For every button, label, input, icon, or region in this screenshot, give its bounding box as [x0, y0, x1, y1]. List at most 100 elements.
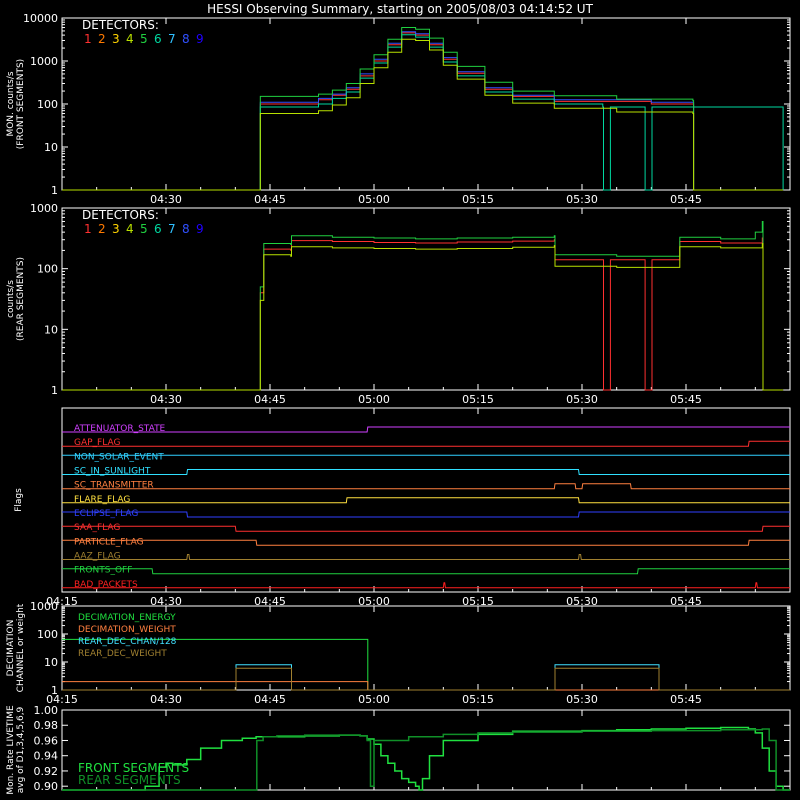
flag-line — [62, 568, 790, 575]
series-line — [62, 27, 784, 191]
x-tick-label: 05:00 — [358, 693, 390, 706]
y-axis-label-line: counts/s — [6, 280, 16, 318]
legend-item: 4 — [126, 222, 134, 236]
x-tick-label: 04:45 — [254, 193, 286, 206]
flag-line — [62, 511, 790, 518]
x-tick-label: 05:45 — [670, 393, 702, 406]
panel-4: DECIMATIONCHANNEL or weight 110100100004:… — [6, 600, 791, 706]
x-tick-label: 05:00 — [358, 393, 390, 406]
y-axis-label-line: Mon. Rate LIVETIME — [6, 705, 16, 795]
y-tick-label: 100 — [37, 628, 58, 641]
y-axis-label: Mon. Rate LIVETIMEavg of D1,3,4,5,6,9 — [6, 705, 26, 795]
legend-item: 5 — [140, 32, 148, 46]
legend-item: 7 — [168, 32, 176, 46]
y-tick-label: 0.94 — [34, 750, 59, 763]
legend-item: 3 — [112, 222, 120, 236]
legend-item: 3 — [112, 32, 120, 46]
y-tick-label: 10 — [44, 323, 58, 336]
x-tick-label: 04:30 — [150, 193, 182, 206]
y-tick-label: 0.98 — [34, 719, 59, 732]
y-axis-label: DECIMATIONCHANNEL or weight — [6, 603, 26, 692]
legend-item: REAR SEGMENTS — [78, 773, 181, 787]
x-tick-label: 05:15 — [462, 193, 494, 206]
series-line — [62, 237, 784, 391]
x-tick-label: 04:30 — [150, 693, 182, 706]
y-axis-label-line: avg of D1,3,4,5,6,9 — [16, 706, 26, 793]
legend-item: DECIMATION_ENERGY — [78, 613, 176, 623]
y-tick-label: 1000 — [30, 202, 58, 215]
x-tick-label: 05:00 — [358, 193, 390, 206]
x-tick-label: 04:30 — [150, 393, 182, 406]
legend-item: 2 — [98, 32, 106, 46]
flag-line — [62, 539, 790, 546]
panel-3: Flags04:15 04:30 04:45 05:00 05:15 05:30 05:45… — [14, 407, 791, 608]
legend-item: 1 — [84, 222, 92, 236]
y-tick-label: 0.96 — [34, 734, 59, 747]
y-axis-label: counts/s(REAR SEGMENTS) — [6, 257, 26, 341]
flag-line — [62, 582, 790, 589]
legend-item: 1 — [84, 32, 92, 46]
y-tick-label: 100 — [37, 98, 58, 111]
flag-line — [62, 525, 790, 532]
y-axis-label: Flags — [14, 488, 24, 512]
legend-item: REAR_DEC_WEIGHT — [78, 649, 167, 659]
y-tick-label: 1 — [51, 384, 58, 397]
flag-label: BAD_PACKETS — [74, 580, 138, 590]
legend-item: 8 — [182, 222, 190, 236]
x-tick-label: 05:15 — [462, 693, 494, 706]
legend-item: DECIMATION_WEIGHT — [78, 625, 176, 635]
legend-item: REAR_DEC_CHAN/128 — [78, 637, 177, 647]
legend-item: 4 — [126, 32, 134, 46]
y-tick-label: 10000 — [23, 12, 58, 25]
x-tick-label: 05:30 — [566, 693, 598, 706]
y-axis-label-line: DECIMATION — [6, 620, 16, 677]
flag-line — [62, 469, 790, 475]
y-axis-label-line: Flags — [14, 488, 24, 512]
y-tick-label: 10 — [44, 141, 58, 154]
y-tick-label: 10 — [44, 656, 58, 669]
y-tick-label: 1000 — [30, 600, 58, 613]
y-axis-label-line: (FRONT SEGMENTS) — [16, 59, 26, 149]
panel-1: MON. counts/s(FRONT SEGMENTS) 1 10 100 1000 1… — [6, 12, 791, 206]
x-tick-label: 05:45 — [670, 193, 702, 206]
series-line — [62, 221, 784, 391]
legend-item: 8 — [182, 32, 190, 46]
y-tick-label: 0.90 — [34, 780, 59, 793]
series-line — [62, 681, 790, 691]
flag-line — [62, 483, 790, 490]
flag-label: NON_SOLAR_EVENT — [74, 452, 164, 462]
y-tick-label: 1 — [51, 184, 58, 197]
flag-label: SAA_FLAG — [74, 523, 120, 533]
y-axis-label-line: CHANNEL or weight — [16, 603, 26, 692]
legend-item: 9 — [196, 222, 204, 236]
y-axis-label-line: (REAR SEGMENTS) — [16, 257, 26, 341]
series-line — [62, 32, 784, 191]
series-line — [62, 243, 784, 391]
y-axis-label: MON. counts/s(FRONT SEGMENTS) — [6, 59, 26, 149]
legend-item: 6 — [154, 222, 162, 236]
x-tick-label: 05:15 — [462, 393, 494, 406]
legend-item: 5 — [140, 222, 148, 236]
series-line — [62, 667, 790, 691]
y-tick-label: 100 — [37, 263, 58, 276]
x-tick-label: 05:45 — [670, 693, 702, 706]
flag-line — [62, 554, 790, 560]
panel-5: Mon. Rate LIVETIMEavg of D1,3,4,5,6,9 0.9… — [6, 704, 791, 795]
page-title: HESSI Observing Summary, starting on 200… — [207, 2, 593, 16]
legend-item: 9 — [196, 32, 204, 46]
legend-title: DETECTORS: — [82, 18, 159, 32]
flag-label: ECLIPSE_FLAG — [74, 509, 138, 519]
x-tick-label: 05:30 — [566, 393, 598, 406]
observing-summary-figure: HESSI Observing Summary, starting on 200… — [6, 2, 791, 795]
plots-group: MON. counts/s(FRONT SEGMENTS) 1 10 100 1000 1… — [6, 12, 791, 795]
x-tick-label: 05:30 — [566, 193, 598, 206]
legend-item: 6 — [154, 32, 162, 46]
flag-label: PARTICLE_FLAG — [74, 537, 144, 547]
plot-frame — [61, 407, 791, 593]
x-tick-label: 04:45 — [254, 693, 286, 706]
x-tick-label: 04:45 — [254, 393, 286, 406]
flag-label: FLARE_FLAG — [74, 495, 130, 505]
legend-title: DETECTORS: — [82, 208, 159, 222]
y-tick-label: 1.00 — [34, 704, 59, 717]
series-line — [62, 664, 790, 691]
